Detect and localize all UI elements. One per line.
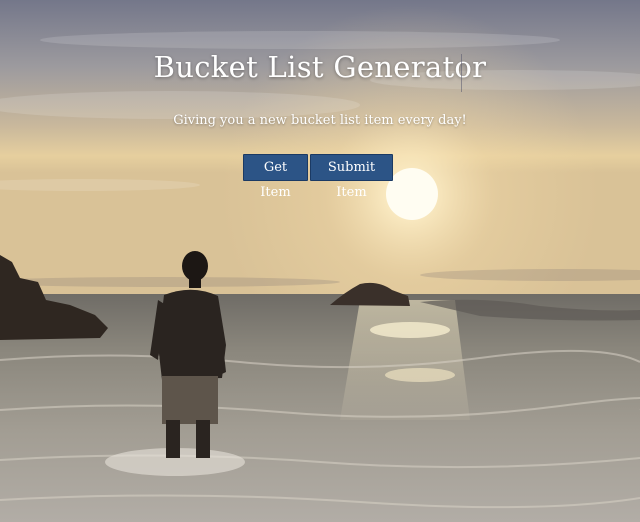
submit-item-button[interactable]: Submit Item (310, 154, 393, 200)
page-title: Bucket List Generator (153, 50, 487, 84)
text-cursor (461, 54, 462, 92)
page-subtitle: Giving you a new bucket list item every … (173, 113, 467, 128)
sun (386, 168, 438, 220)
get-item-button[interactable]: Get Item (243, 154, 308, 200)
